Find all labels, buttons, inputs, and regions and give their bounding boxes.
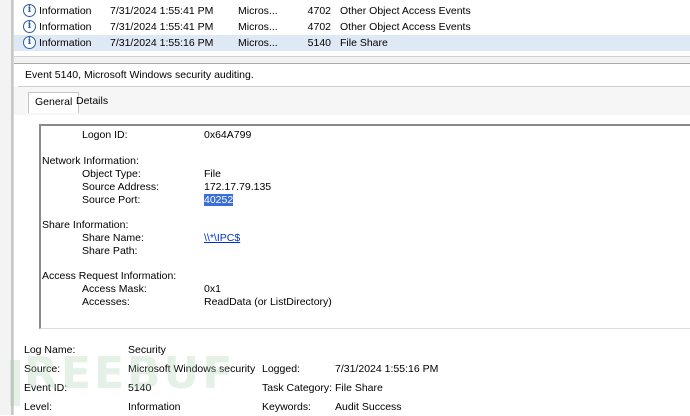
- share-name-link[interactable]: \\*\IPC$: [204, 232, 240, 244]
- level-value: Information: [128, 401, 181, 413]
- log-name-label: Log Name:: [24, 344, 76, 356]
- event-date: 7/31/2024 1:55:16 PM: [110, 37, 214, 49]
- share-name-label: Share Name:: [82, 232, 144, 244]
- information-icon: i: [23, 36, 36, 49]
- event-row[interactable]: i Information 7/31/2024 1:55:41 PM Micro…: [14, 19, 690, 35]
- source-address-value: 172.17.79.135: [204, 181, 272, 193]
- event-source: Micros...: [238, 37, 278, 49]
- source-port-value[interactable]: 40252: [204, 194, 234, 206]
- event-source: Micros...: [238, 5, 278, 17]
- event-level: Information: [39, 37, 92, 49]
- event-detail-pane: Event 5140, Microsoft Windows security a…: [14, 63, 690, 416]
- information-icon: i: [23, 20, 36, 33]
- event-task-category: Other Object Access Events: [340, 5, 471, 17]
- access-request-heading: Access Request Information:: [42, 270, 177, 282]
- event-task-category: Other Object Access Events: [340, 21, 471, 33]
- event-description[interactable]: Logon ID: 0x64A799 Network Information: …: [39, 124, 690, 329]
- accesses-label: Accesses:: [82, 296, 130, 308]
- event-source: Micros...: [238, 21, 278, 33]
- event-id: 4702: [307, 5, 331, 17]
- share-path-label: Share Path:: [82, 245, 138, 257]
- access-mask-label: Access Mask:: [82, 283, 147, 295]
- event-list: i Information 7/31/2024 1:55:41 PM Micro…: [14, 0, 690, 52]
- accesses-value: ReadData (or ListDirectory): [204, 296, 332, 308]
- event-row-selected[interactable]: i Information 7/31/2024 1:55:16 PM Micro…: [14, 35, 690, 51]
- event-id-value: 5140: [128, 382, 152, 394]
- pane-splitter[interactable]: [11, 0, 13, 415]
- source-address-label: Source Address:: [82, 181, 160, 193]
- event-task-category: File Share: [340, 37, 388, 49]
- event-id: 4702: [307, 21, 331, 33]
- logged-value: 7/31/2024 1:55:16 PM: [335, 363, 439, 375]
- event-date: 7/31/2024 1:55:41 PM: [110, 5, 214, 17]
- event-date: 7/31/2024 1:55:41 PM: [110, 21, 214, 33]
- event-level: Information: [39, 21, 92, 33]
- source-value: Microsoft Windows security ·: [128, 363, 257, 375]
- tab-details[interactable]: Details: [70, 92, 114, 111]
- detail-title: Event 5140, Microsoft Windows security a…: [25, 69, 254, 81]
- object-type-label: Object Type:: [82, 168, 141, 180]
- event-level: Information: [39, 5, 92, 17]
- logon-id-value: 0x64A799: [204, 129, 252, 141]
- logged-label: Logged:: [262, 363, 300, 375]
- log-name-value: Security: [128, 344, 166, 356]
- task-category-value: File Share: [335, 382, 383, 394]
- keywords-label: Keywords:: [262, 401, 312, 413]
- keywords-value: Audit Success: [335, 401, 402, 413]
- left-pane-edge: [0, 0, 14, 415]
- event-id-label: Event ID:: [24, 382, 68, 394]
- object-type-value: File: [204, 168, 221, 180]
- source-label: Source:: [24, 363, 61, 375]
- network-information-heading: Network Information:: [42, 155, 139, 167]
- tab-strip: [14, 87, 690, 115]
- logon-id-label: Logon ID:: [82, 129, 128, 141]
- task-category-label: Task Category:: [262, 382, 333, 394]
- information-icon: i: [23, 4, 36, 17]
- share-information-heading: Share Information:: [42, 219, 129, 231]
- event-id: 5140: [307, 37, 331, 49]
- source-port-label: Source Port:: [82, 194, 141, 206]
- watermark-bar: [10, 360, 20, 406]
- level-label: Level:: [24, 401, 53, 413]
- event-row[interactable]: i Information 7/31/2024 1:55:41 PM Micro…: [14, 3, 690, 19]
- access-mask-value: 0x1: [204, 283, 221, 295]
